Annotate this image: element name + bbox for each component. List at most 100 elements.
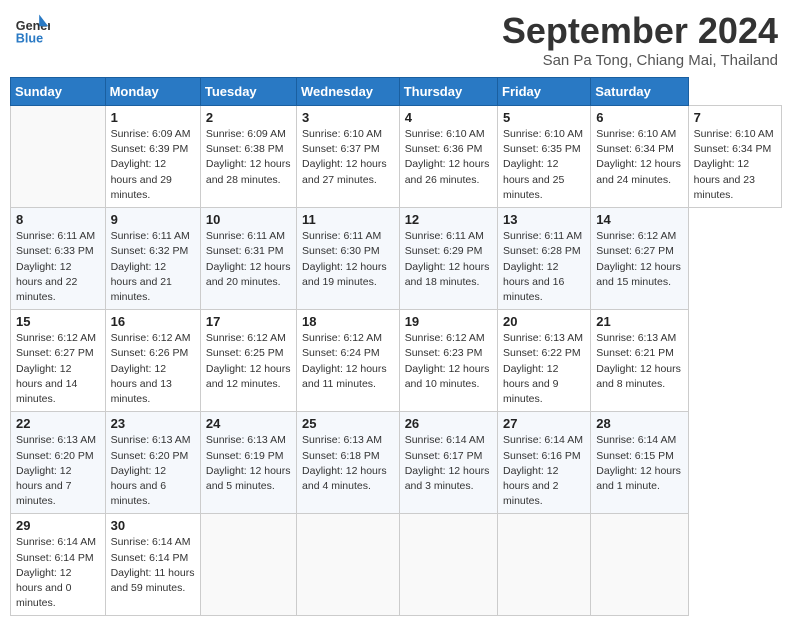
logo: General Blue [14,10,50,46]
logo-icon: General Blue [14,10,50,46]
day-cell: 24 Sunrise: 6:13 AM Sunset: 6:19 PM Dayl… [200,412,296,514]
day-number: 19 [405,314,492,329]
day-number: 30 [111,518,195,533]
day-info: Sunrise: 6:13 AM Sunset: 6:20 PM Dayligh… [111,433,195,509]
day-info: Sunrise: 6:13 AM Sunset: 6:22 PM Dayligh… [503,331,585,407]
day-info: Sunrise: 6:10 AM Sunset: 6:35 PM Dayligh… [503,127,585,203]
empty-day-cell [11,106,106,208]
day-info: Sunrise: 6:11 AM Sunset: 6:28 PM Dayligh… [503,229,585,305]
day-cell: 5 Sunrise: 6:10 AM Sunset: 6:35 PM Dayli… [498,106,591,208]
day-cell: 12 Sunrise: 6:11 AM Sunset: 6:29 PM Dayl… [399,208,497,310]
calendar-week-row: 8 Sunrise: 6:11 AM Sunset: 6:33 PM Dayli… [11,208,782,310]
day-cell: 23 Sunrise: 6:13 AM Sunset: 6:20 PM Dayl… [105,412,200,514]
day-cell: 17 Sunrise: 6:12 AM Sunset: 6:25 PM Dayl… [200,310,296,412]
day-number: 27 [503,416,585,431]
day-number: 3 [302,110,394,125]
day-cell: 29 Sunrise: 6:14 AM Sunset: 6:14 PM Dayl… [11,514,106,616]
day-number: 4 [405,110,492,125]
day-cell: 2 Sunrise: 6:09 AM Sunset: 6:38 PM Dayli… [200,106,296,208]
day-cell [297,514,400,616]
day-cell: 14 Sunrise: 6:12 AM Sunset: 6:27 PM Dayl… [591,208,688,310]
day-number: 20 [503,314,585,329]
day-cell: 25 Sunrise: 6:13 AM Sunset: 6:18 PM Dayl… [297,412,400,514]
day-info: Sunrise: 6:13 AM Sunset: 6:21 PM Dayligh… [596,331,682,392]
day-info: Sunrise: 6:12 AM Sunset: 6:23 PM Dayligh… [405,331,492,392]
day-info: Sunrise: 6:12 AM Sunset: 6:26 PM Dayligh… [111,331,195,407]
day-number: 9 [111,212,195,227]
calendar-week-row: 1 Sunrise: 6:09 AM Sunset: 6:39 PM Dayli… [11,106,782,208]
day-info: Sunrise: 6:09 AM Sunset: 6:39 PM Dayligh… [111,127,195,203]
title-block: September 2024 San Pa Tong, Chiang Mai, … [502,10,778,69]
day-info: Sunrise: 6:14 AM Sunset: 6:14 PM Dayligh… [16,535,100,611]
day-number: 12 [405,212,492,227]
day-number: 21 [596,314,682,329]
day-cell: 13 Sunrise: 6:11 AM Sunset: 6:28 PM Dayl… [498,208,591,310]
day-cell: 11 Sunrise: 6:11 AM Sunset: 6:30 PM Dayl… [297,208,400,310]
day-info: Sunrise: 6:14 AM Sunset: 6:17 PM Dayligh… [405,433,492,494]
day-info: Sunrise: 6:11 AM Sunset: 6:29 PM Dayligh… [405,229,492,290]
day-info: Sunrise: 6:10 AM Sunset: 6:37 PM Dayligh… [302,127,394,188]
day-info: Sunrise: 6:12 AM Sunset: 6:27 PM Dayligh… [16,331,100,407]
day-info: Sunrise: 6:11 AM Sunset: 6:32 PM Dayligh… [111,229,195,305]
day-number: 2 [206,110,291,125]
day-info: Sunrise: 6:12 AM Sunset: 6:27 PM Dayligh… [596,229,682,290]
day-info: Sunrise: 6:12 AM Sunset: 6:25 PM Dayligh… [206,331,291,392]
location-title: San Pa Tong, Chiang Mai, Thailand [502,52,778,69]
day-info: Sunrise: 6:12 AM Sunset: 6:24 PM Dayligh… [302,331,394,392]
weekday-header: Saturday [591,78,688,106]
day-cell: 22 Sunrise: 6:13 AM Sunset: 6:20 PM Dayl… [11,412,106,514]
day-info: Sunrise: 6:09 AM Sunset: 6:38 PM Dayligh… [206,127,291,188]
weekday-header: Thursday [399,78,497,106]
day-number: 16 [111,314,195,329]
day-cell [399,514,497,616]
day-number: 10 [206,212,291,227]
day-info: Sunrise: 6:10 AM Sunset: 6:34 PM Dayligh… [596,127,682,188]
day-number: 1 [111,110,195,125]
weekday-header: Sunday [11,78,106,106]
day-number: 8 [16,212,100,227]
day-cell: 21 Sunrise: 6:13 AM Sunset: 6:21 PM Dayl… [591,310,688,412]
day-number: 13 [503,212,585,227]
day-number: 11 [302,212,394,227]
day-info: Sunrise: 6:10 AM Sunset: 6:36 PM Dayligh… [405,127,492,188]
day-cell [591,514,688,616]
day-cell: 4 Sunrise: 6:10 AM Sunset: 6:36 PM Dayli… [399,106,497,208]
day-info: Sunrise: 6:14 AM Sunset: 6:15 PM Dayligh… [596,433,682,494]
day-cell: 19 Sunrise: 6:12 AM Sunset: 6:23 PM Dayl… [399,310,497,412]
day-cell: 8 Sunrise: 6:11 AM Sunset: 6:33 PM Dayli… [11,208,106,310]
day-info: Sunrise: 6:13 AM Sunset: 6:20 PM Dayligh… [16,433,100,509]
day-cell: 7 Sunrise: 6:10 AM Sunset: 6:34 PM Dayli… [688,106,781,208]
day-info: Sunrise: 6:14 AM Sunset: 6:14 PM Dayligh… [111,535,195,596]
day-info: Sunrise: 6:11 AM Sunset: 6:33 PM Dayligh… [16,229,100,305]
day-cell: 20 Sunrise: 6:13 AM Sunset: 6:22 PM Dayl… [498,310,591,412]
day-cell: 1 Sunrise: 6:09 AM Sunset: 6:39 PM Dayli… [105,106,200,208]
day-number: 24 [206,416,291,431]
day-info: Sunrise: 6:13 AM Sunset: 6:19 PM Dayligh… [206,433,291,494]
day-number: 18 [302,314,394,329]
day-cell: 27 Sunrise: 6:14 AM Sunset: 6:16 PM Dayl… [498,412,591,514]
day-cell: 16 Sunrise: 6:12 AM Sunset: 6:26 PM Dayl… [105,310,200,412]
day-cell: 3 Sunrise: 6:10 AM Sunset: 6:37 PM Dayli… [297,106,400,208]
day-info: Sunrise: 6:10 AM Sunset: 6:34 PM Dayligh… [694,127,776,203]
month-title: September 2024 [502,10,778,52]
day-number: 22 [16,416,100,431]
weekday-header: Monday [105,78,200,106]
day-cell: 18 Sunrise: 6:12 AM Sunset: 6:24 PM Dayl… [297,310,400,412]
day-cell: 6 Sunrise: 6:10 AM Sunset: 6:34 PM Dayli… [591,106,688,208]
day-number: 7 [694,110,776,125]
day-info: Sunrise: 6:11 AM Sunset: 6:30 PM Dayligh… [302,229,394,290]
weekday-header: Wednesday [297,78,400,106]
day-cell: 28 Sunrise: 6:14 AM Sunset: 6:15 PM Dayl… [591,412,688,514]
day-info: Sunrise: 6:11 AM Sunset: 6:31 PM Dayligh… [206,229,291,290]
calendar-week-row: 22 Sunrise: 6:13 AM Sunset: 6:20 PM Dayl… [11,412,782,514]
day-number: 26 [405,416,492,431]
day-number: 25 [302,416,394,431]
day-cell: 30 Sunrise: 6:14 AM Sunset: 6:14 PM Dayl… [105,514,200,616]
day-number: 23 [111,416,195,431]
day-cell [200,514,296,616]
page-header: General Blue September 2024 San Pa Tong,… [10,10,782,69]
day-number: 28 [596,416,682,431]
day-cell [498,514,591,616]
day-number: 5 [503,110,585,125]
day-info: Sunrise: 6:14 AM Sunset: 6:16 PM Dayligh… [503,433,585,509]
